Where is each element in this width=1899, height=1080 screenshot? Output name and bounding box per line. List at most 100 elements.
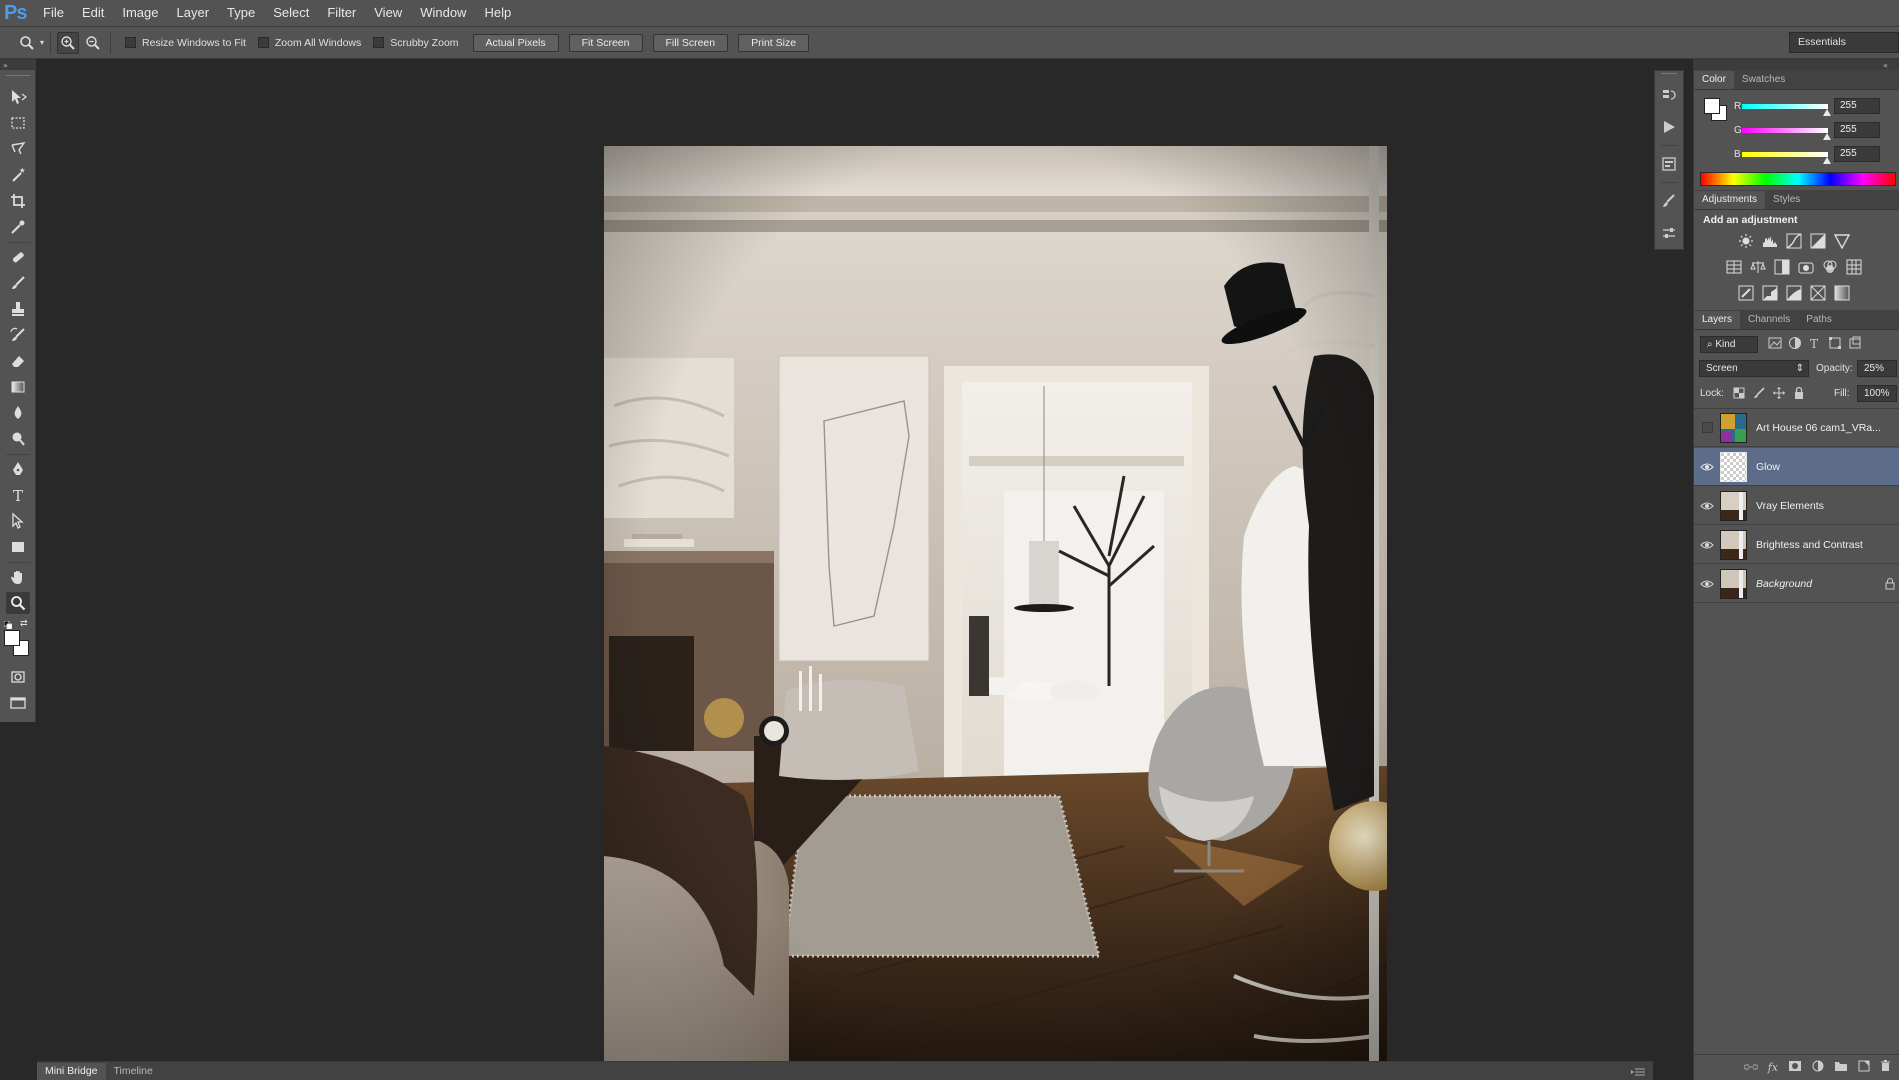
layer-visibility-toggle[interactable]: [1694, 422, 1720, 433]
layer-row-selected[interactable]: Glow: [1694, 448, 1899, 486]
new-layer-icon[interactable]: [1858, 1060, 1870, 1075]
healing-brush-tool-icon[interactable]: [6, 246, 30, 268]
menu-window[interactable]: Window: [411, 0, 475, 26]
tab-color[interactable]: Color: [1694, 71, 1734, 89]
eye-icon[interactable]: [1694, 501, 1720, 511]
red-value-field[interactable]: 255: [1834, 98, 1880, 114]
document-image[interactable]: [604, 146, 1387, 1080]
menu-file[interactable]: File: [34, 0, 73, 26]
fit-screen-button[interactable]: Fit Screen: [568, 33, 643, 52]
menu-image[interactable]: Image: [113, 0, 167, 26]
delete-layer-trash-icon[interactable]: [1880, 1060, 1891, 1075]
new-group-folder-icon[interactable]: [1834, 1060, 1848, 1075]
new-adjustment-layer-icon[interactable]: [1812, 1060, 1824, 1075]
marquee-tool-icon[interactable]: [6, 112, 30, 134]
menu-help[interactable]: Help: [475, 0, 520, 26]
actions-panel-icon[interactable]: [1655, 113, 1683, 141]
menu-edit[interactable]: Edit: [73, 0, 113, 26]
menu-select[interactable]: Select: [264, 0, 318, 26]
channel-mixer-icon[interactable]: [1822, 259, 1838, 275]
hand-tool-icon[interactable]: [6, 566, 30, 588]
history-brush-tool-icon[interactable]: [6, 324, 30, 346]
menu-layer[interactable]: Layer: [168, 0, 219, 26]
hue-saturation-icon[interactable]: [1726, 259, 1742, 275]
menu-filter[interactable]: Filter: [318, 0, 365, 26]
eyedropper-tool-icon[interactable]: [6, 216, 30, 238]
quick-mask-icon[interactable]: [6, 666, 30, 688]
layer-filter-kind-select[interactable]: ⌕ Kind: [1700, 336, 1758, 353]
threshold-icon[interactable]: [1786, 285, 1802, 301]
exposure-icon[interactable]: [1810, 233, 1826, 249]
color-spectrum-ramp[interactable]: [1700, 172, 1896, 186]
layer-name[interactable]: Vray Elements: [1756, 500, 1824, 512]
tools-panel-header[interactable]: »: [0, 59, 36, 70]
blue-slider[interactable]: [1742, 151, 1831, 164]
selective-color-icon[interactable]: [1810, 285, 1826, 301]
color-balance-icon[interactable]: [1750, 259, 1766, 275]
curves-icon[interactable]: [1786, 233, 1802, 249]
scrubby-zoom-checkbox[interactable]: Scrubby Zoom: [373, 37, 459, 49]
workspace-switcher[interactable]: Essentials: [1789, 32, 1899, 53]
link-layers-icon[interactable]: [1743, 1061, 1759, 1075]
zoom-tool-preset-icon[interactable]: [16, 32, 38, 54]
move-tool-icon[interactable]: [6, 86, 30, 108]
zoom-all-windows-checkbox[interactable]: Zoom All Windows: [257, 37, 361, 49]
filter-smart-objects-icon[interactable]: [1848, 336, 1864, 352]
properties-panel-icon[interactable]: [1655, 150, 1683, 178]
dodge-tool-icon[interactable]: [6, 428, 30, 450]
blur-tool-icon[interactable]: [6, 402, 30, 424]
zoom-in-icon[interactable]: [57, 31, 80, 54]
filter-type-layers-icon[interactable]: T: [1808, 336, 1824, 352]
green-value-field[interactable]: 255: [1834, 122, 1880, 138]
invert-icon[interactable]: [1738, 285, 1754, 301]
eye-icon[interactable]: [1694, 579, 1720, 589]
filter-adjustment-layers-icon[interactable]: [1788, 336, 1804, 352]
lock-image-pixels-icon[interactable]: [1752, 386, 1768, 402]
layer-row[interactable]: Brightess and Contrast: [1694, 526, 1899, 564]
zoom-tool-icon[interactable]: [6, 592, 30, 614]
gradient-map-icon[interactable]: [1834, 285, 1850, 301]
swap-colors-icon[interactable]: ⇄: [20, 618, 28, 629]
screen-mode-icon[interactable]: [6, 692, 30, 714]
tab-styles[interactable]: Styles: [1765, 191, 1808, 209]
preset-dropdown-arrow-icon[interactable]: ▾: [40, 38, 44, 47]
adjustment-sliders-panel-icon[interactable]: [1655, 219, 1683, 247]
tab-swatches[interactable]: Swatches: [1734, 71, 1793, 89]
default-colors-icon[interactable]: [3, 618, 13, 630]
eye-icon[interactable]: [1694, 540, 1720, 550]
black-white-icon[interactable]: [1774, 259, 1790, 275]
red-slider[interactable]: [1742, 103, 1831, 116]
blue-slider-thumb[interactable]: [1823, 156, 1831, 164]
fill-screen-button[interactable]: Fill Screen: [652, 33, 729, 52]
brightness-contrast-icon[interactable]: [1738, 233, 1754, 249]
dock-grip[interactable]: [1661, 73, 1677, 77]
tab-channels[interactable]: Channels: [1740, 311, 1798, 329]
layer-row[interactable]: Background: [1694, 565, 1899, 603]
eraser-tool-icon[interactable]: [6, 350, 30, 372]
tab-mini-bridge[interactable]: Mini Bridge: [37, 1063, 106, 1080]
lasso-tool-icon[interactable]: [6, 138, 30, 160]
add-mask-icon[interactable]: [1788, 1060, 1802, 1075]
brush-presets-panel-icon[interactable]: [1655, 187, 1683, 215]
lock-transparent-pixels-icon[interactable]: [1732, 386, 1748, 402]
blend-mode-select[interactable]: Screen ⇕: [1699, 360, 1809, 377]
crop-tool-icon[interactable]: [6, 190, 30, 212]
panel-menu-icon[interactable]: [1631, 1066, 1645, 1080]
eye-icon[interactable]: [1694, 462, 1720, 472]
path-selection-tool-icon[interactable]: [6, 510, 30, 532]
pen-tool-icon[interactable]: [6, 458, 30, 480]
layer-row[interactable]: Art House 06 cam1_VRa...: [1694, 409, 1899, 447]
history-panel-icon[interactable]: [1655, 81, 1683, 109]
layer-style-fx-icon[interactable]: fx: [1768, 1061, 1778, 1074]
brush-tool-icon[interactable]: [6, 272, 30, 294]
resize-windows-checkbox[interactable]: Resize Windows to Fit: [125, 37, 246, 49]
layer-name[interactable]: Art House 06 cam1_VRa...: [1756, 422, 1881, 434]
opacity-field[interactable]: 25%: [1857, 360, 1897, 377]
layer-name[interactable]: Background: [1756, 578, 1880, 590]
menu-type[interactable]: Type: [218, 0, 264, 26]
foreground-color-swatch[interactable]: [4, 630, 20, 646]
photo-filter-icon[interactable]: [1798, 259, 1814, 275]
clone-stamp-tool-icon[interactable]: [6, 298, 30, 320]
posterize-icon[interactable]: [1762, 285, 1778, 301]
layer-name[interactable]: Brightess and Contrast: [1756, 539, 1863, 551]
